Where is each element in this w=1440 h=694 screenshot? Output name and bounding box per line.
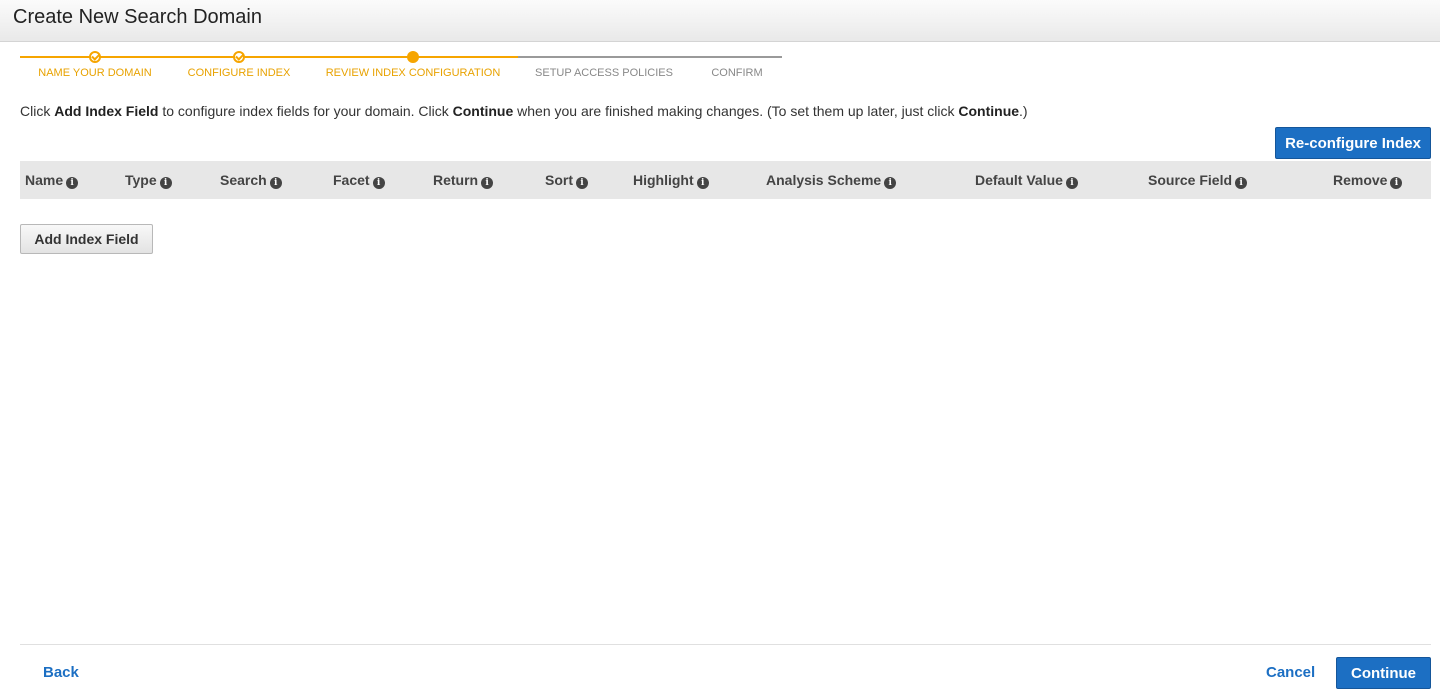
- column-header-name: Name i: [25, 172, 79, 189]
- column-header-return: Return i: [433, 172, 494, 189]
- column-header-analysis-scheme: Analysis Scheme i: [766, 172, 897, 189]
- info-icon[interactable]: i: [1390, 177, 1403, 189]
- info-icon[interactable]: i: [576, 177, 588, 189]
- column-header-facet: Facet i: [333, 172, 385, 189]
- step-configure-index[interactable]: CONFIGURE INDEX: [188, 67, 291, 79]
- step-review-index-configuration: REVIEW INDEX CONFIGURATION: [325, 67, 501, 79]
- step-current-icon: [407, 51, 419, 63]
- column-label: Analysis Scheme: [766, 172, 882, 188]
- step-name-your-domain[interactable]: NAME YOUR DOMAIN: [38, 67, 151, 79]
- column-header-sort: Sort i: [545, 172, 588, 189]
- info-icon[interactable]: i: [372, 177, 385, 189]
- column-label: Search: [220, 172, 267, 188]
- wizard-steps: NAME YOUR DOMAIN CONFIGURE INDEX REVIEW …: [20, 47, 782, 87]
- column-header-default-value: Default Value i: [975, 172, 1078, 189]
- column-label: Default Value: [975, 172, 1063, 188]
- column-header-highlight: Highlight i: [633, 172, 709, 189]
- info-icon[interactable]: i: [66, 177, 79, 189]
- page-title: Create New Search Domain: [13, 6, 262, 28]
- column-label: Source Field: [1148, 172, 1233, 188]
- column-label: Type: [125, 172, 157, 188]
- column-label: Return: [433, 172, 479, 188]
- column-header-source-field: Source Field i: [1148, 172, 1248, 189]
- page-header: Create New Search Domain: [0, 0, 1440, 42]
- info-icon[interactable]: i: [1235, 177, 1248, 189]
- step-confirm: CONFIRM: [711, 67, 763, 79]
- column-header-search: Search i: [220, 172, 282, 189]
- instructions-part: to configure index fields for your domai…: [158, 103, 453, 119]
- instructions-text: Click Add Index Field to configure index…: [20, 103, 1028, 119]
- reconfigure-index-button[interactable]: Re-configure Index: [1275, 127, 1431, 159]
- info-icon[interactable]: i: [696, 177, 709, 189]
- info-icon[interactable]: i: [159, 177, 172, 189]
- column-header-remove: Remove i: [1333, 172, 1403, 189]
- step-complete-icon: [233, 51, 245, 63]
- instructions-emphasis: Continue: [958, 103, 1020, 119]
- column-label: Remove: [1333, 172, 1388, 188]
- step-complete-icon: [89, 51, 101, 63]
- column-header-type: Type i: [125, 172, 172, 189]
- back-link[interactable]: Back: [43, 664, 79, 681]
- column-label: Name: [25, 172, 64, 188]
- info-icon[interactable]: i: [1065, 177, 1078, 189]
- column-label: Highlight: [633, 172, 694, 188]
- index-fields-table-header: Name i Type i Search i Facet i Return i Sort i…: [20, 161, 1431, 199]
- info-icon[interactable]: i: [481, 177, 494, 189]
- info-icon[interactable]: i: [884, 177, 897, 189]
- footer-divider: [20, 644, 1431, 645]
- add-index-field-button[interactable]: Add Index Field: [20, 224, 153, 254]
- instructions-emphasis: Continue: [452, 103, 514, 119]
- column-label: Sort: [545, 172, 573, 188]
- step-setup-access-policies: SETUP ACCESS POLICIES: [535, 67, 673, 79]
- instructions-part: .): [1019, 103, 1028, 119]
- cancel-link[interactable]: Cancel: [1266, 664, 1315, 681]
- column-label: Facet: [333, 172, 370, 188]
- instructions-part: when you are finished making changes. (T…: [513, 103, 959, 119]
- instructions-part: Click: [20, 103, 55, 119]
- continue-button[interactable]: Continue: [1336, 657, 1431, 689]
- wizard-progress-remaining: [518, 56, 782, 58]
- instructions-emphasis: Add Index Field: [54, 103, 159, 119]
- info-icon[interactable]: i: [269, 177, 282, 189]
